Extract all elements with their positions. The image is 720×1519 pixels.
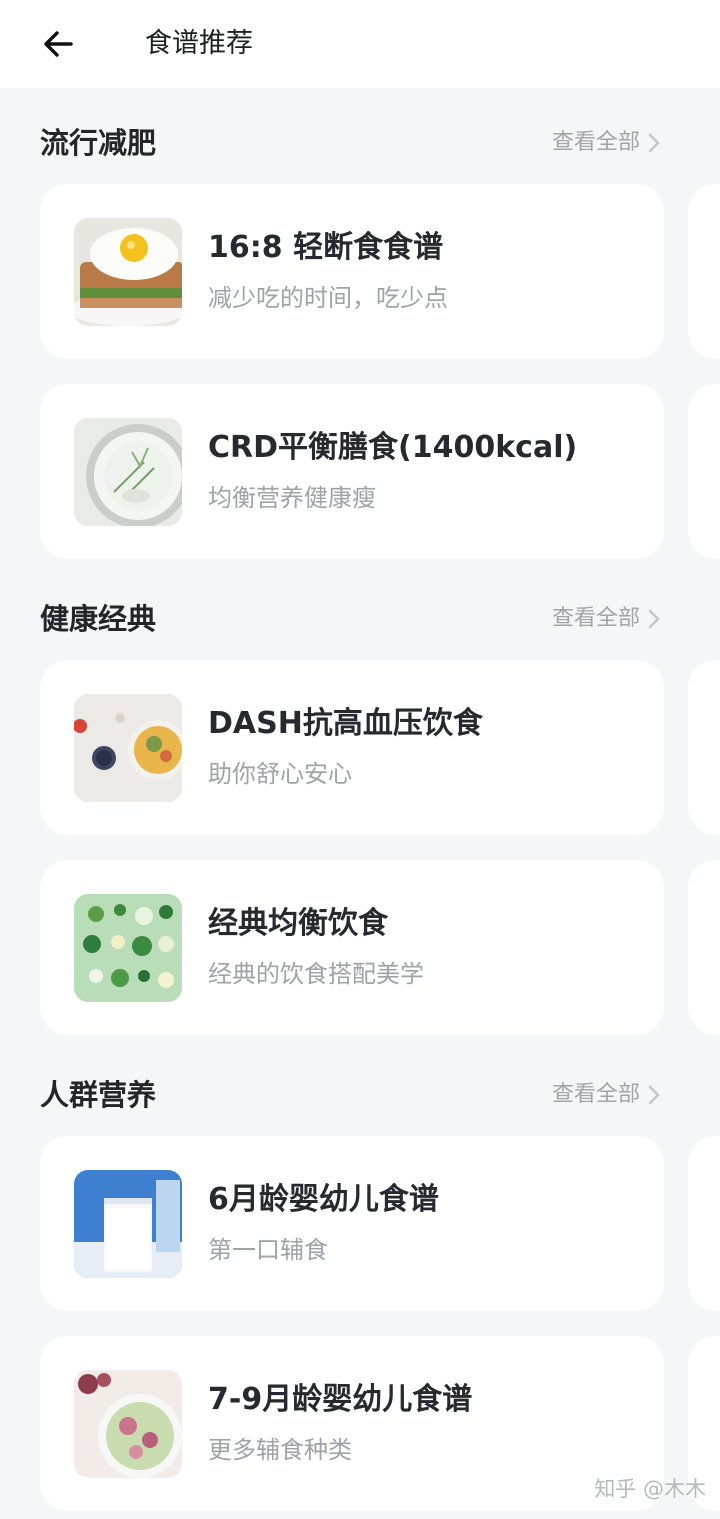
section-header-healthy-classics: 健康经典 查看全部: [40, 597, 680, 641]
view-all-link[interactable]: 查看全部: [552, 121, 640, 165]
chevron-right-icon[interactable]: [642, 1083, 666, 1107]
section-header-population-nutrition: 人群营养 查看全部: [40, 1073, 680, 1117]
chevron-right-icon[interactable]: [642, 131, 666, 155]
grain-bowl-image: [74, 694, 182, 802]
recipe-card[interactable]: 6月龄婴幼儿食谱 第一口辅食: [40, 1136, 664, 1311]
recipe-title: CRD平衡膳食(1400kcal): [208, 430, 578, 465]
watermark: 知乎 @木木: [594, 1477, 706, 1501]
yogurt-bowl-image: [74, 418, 182, 526]
section-header-popular-weight-loss: 流行减肥 查看全部: [40, 121, 680, 165]
recipe-subtitle: 减少吃的时间，吃少点: [208, 284, 448, 312]
recipe-card[interactable]: DASH抗高血压饮食 助你舒心安心: [40, 660, 664, 835]
recipe-title: 7-9月龄婴幼儿食谱: [208, 1382, 473, 1417]
recipe-subtitle: 均衡营养健康瘦: [208, 484, 376, 512]
recipe-card[interactable]: 16:8 轻断食食谱 减少吃的时间，吃少点: [40, 184, 664, 359]
section-title: 流行减肥: [40, 126, 157, 160]
egg-toast-image: [74, 218, 182, 326]
recipe-card[interactable]: CRD平衡膳食(1400kcal) 均衡营养健康瘦: [40, 384, 664, 559]
next-card-peek[interactable]: [688, 660, 720, 835]
next-card-peek[interactable]: [688, 384, 720, 559]
recipe-subtitle: 第一口辅食: [208, 1236, 328, 1264]
top-bar: 食谱推荐: [0, 0, 720, 88]
chevron-right-icon[interactable]: [642, 607, 666, 631]
recipe-title: 经典均衡饮食: [208, 906, 388, 941]
recipe-subtitle: 更多辅食种类: [208, 1436, 352, 1464]
recipe-card[interactable]: 经典均衡饮食 经典的饮食搭配美学: [40, 860, 664, 1035]
view-all-link[interactable]: 查看全部: [552, 597, 640, 641]
section-title: 健康经典: [40, 602, 157, 636]
next-card-peek[interactable]: [688, 184, 720, 359]
fig-puree-image: [74, 1370, 182, 1478]
back-button[interactable]: [36, 22, 80, 66]
section-title: 人群营养: [40, 1078, 157, 1112]
recipe-title: 16:8 轻断食食谱: [208, 230, 444, 265]
view-all-link[interactable]: 查看全部: [552, 1073, 640, 1117]
milk-glass-image: [74, 1170, 182, 1278]
next-card-peek[interactable]: [688, 1136, 720, 1311]
vegetables-image: [74, 894, 182, 1002]
page-title: 食谱推荐: [145, 28, 253, 59]
recipe-title: 6月龄婴幼儿食谱: [208, 1182, 439, 1217]
next-card-peek[interactable]: [688, 860, 720, 1035]
recipe-card[interactable]: 7-9月龄婴幼儿食谱 更多辅食种类: [40, 1336, 664, 1511]
back-arrow-icon: [44, 31, 73, 57]
recipe-subtitle: 经典的饮食搭配美学: [208, 960, 424, 988]
recipe-subtitle: 助你舒心安心: [208, 760, 352, 788]
recipe-title: DASH抗高血压饮食: [208, 706, 483, 741]
